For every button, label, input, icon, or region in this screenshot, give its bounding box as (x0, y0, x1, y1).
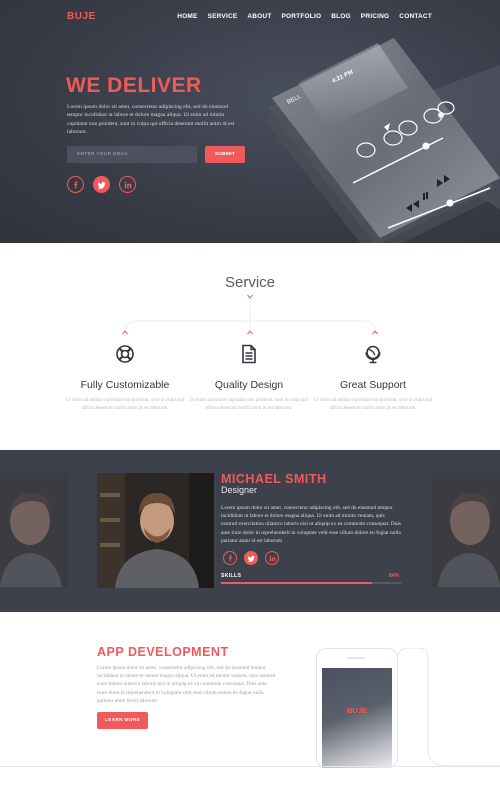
globe-icon (365, 345, 381, 364)
submit-button[interactable]: SUBMIT (205, 146, 245, 163)
linkedin-button[interactable] (119, 176, 136, 193)
footer-divider (0, 766, 500, 767)
service-title: Service (224, 274, 276, 291)
nav-contact[interactable]: CONTACT (399, 13, 432, 20)
linkedin-icon (269, 555, 275, 561)
hero-text: Lorem ipsum dolor sit amet, consectetur … (67, 104, 235, 135)
decorative-curve (398, 648, 500, 767)
service-connectors (122, 294, 378, 335)
side-photo-right (432, 473, 500, 587)
profile-name: MICHAEL SMITH (221, 472, 327, 486)
nav-service[interactable]: SERVICE (208, 13, 238, 20)
profile-twitter-button[interactable] (244, 551, 258, 565)
phone-speaker (347, 657, 365, 659)
profile-facebook-button[interactable] (223, 551, 237, 565)
service-item-customizable: Fully Customizable Ut enim ad minim cupi… (65, 344, 185, 412)
learn-more-button[interactable]: LEARN MORE (97, 712, 148, 729)
service-text: Ut enim ad minim cupidatat non proident,… (65, 398, 185, 411)
profile-photo (97, 473, 214, 588)
app-phone-screen: BUJE (322, 668, 392, 768)
facebook-icon (73, 180, 78, 189)
service-text: Ut enim ad minim cupidatat non proident,… (189, 398, 309, 411)
facebook-button[interactable] (67, 176, 84, 193)
service-heading: Great Support (340, 379, 406, 391)
service-heading: Quality Design (214, 379, 284, 391)
side-photo-left (0, 473, 68, 587)
hero-section: BUJE HOME SERVICE ABOUT PORTFOLIO BLOG P… (0, 0, 500, 243)
document-icon (242, 344, 256, 364)
profile-linkedin-button[interactable] (265, 551, 279, 565)
service-item-support: Great Support Ut enim ad minim cupidatat… (313, 344, 433, 412)
service-heading: Fully Customizable (80, 379, 170, 391)
profile-role: Designer (221, 485, 258, 495)
nav-portfolio[interactable]: PORTFOLIO (282, 13, 322, 20)
app-text: Lorem ipsum dolor sit amet, consectetur … (97, 665, 276, 704)
hero-title: WE DELIVER (66, 74, 202, 97)
brand-logo[interactable]: BUJE (67, 11, 96, 22)
nav-home[interactable]: HOME (177, 13, 197, 20)
skills-label: SKILLS (221, 573, 242, 579)
main-nav: HOME SERVICE ABOUT PORTFOLIO BLOG PRICIN… (177, 13, 432, 20)
lifebuoy-icon (116, 345, 134, 363)
twitter-button[interactable] (93, 176, 110, 193)
service-text: Ut enim ad minim cupidatat non proident,… (313, 398, 433, 411)
nav-about[interactable]: ABOUT (247, 13, 271, 20)
email-input[interactable]: ENTER YOUR EMAIL (67, 146, 197, 163)
profile-bio: Lorem ipsum dolor sit amet, consectetur … (221, 505, 401, 544)
skills-percent: 84% (389, 573, 400, 579)
linkedin-icon (124, 181, 131, 188)
nav-blog[interactable]: BLOG (331, 13, 351, 20)
nav-pricing[interactable]: PRICING (361, 13, 390, 20)
twitter-icon (247, 555, 255, 562)
twitter-icon (97, 181, 106, 189)
facebook-icon (228, 554, 232, 562)
app-title: APP DEVELOPMENT (97, 645, 229, 659)
service-item-quality: Quality Design Ut enim ad minim cupidata… (189, 344, 309, 412)
skills-bar (221, 582, 401, 584)
hero-phone-mockup: BELL 4:21 PM (258, 38, 500, 243)
skills-bar-fill (221, 582, 373, 584)
app-phone-logo: BUJE (346, 706, 367, 715)
